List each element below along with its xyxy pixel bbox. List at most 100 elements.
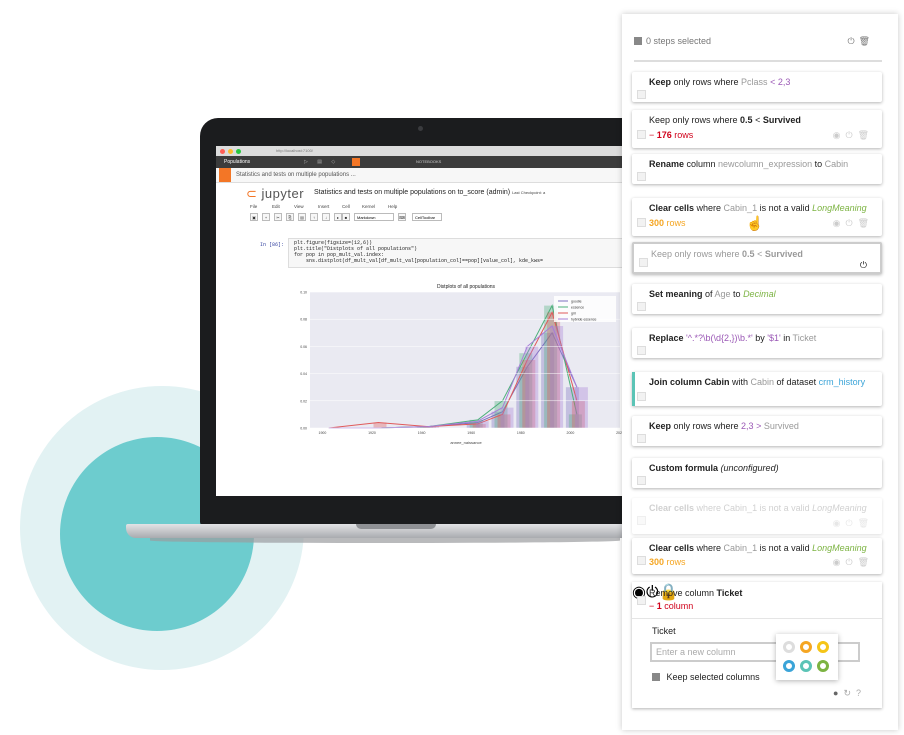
- step-remove-column-expanded[interactable]: Remove column Ticket − 1 column ◉⏻🔒 Tick…: [632, 582, 882, 708]
- step-checkbox[interactable]: [637, 172, 646, 181]
- chart-xlabel: annee_naissance: [450, 440, 482, 445]
- color-swatch-orange[interactable]: [800, 641, 812, 653]
- step-clear-cells-2[interactable]: Clear cells where Cabin_1 is not a valid…: [632, 538, 882, 574]
- refresh-icon[interactable]: ↻: [843, 688, 856, 698]
- eye-icon[interactable]: ◉: [833, 130, 846, 140]
- power-icon[interactable]: ⏻: [847, 36, 858, 46]
- eye-icon[interactable]: ◉: [833, 518, 846, 528]
- header-actions: ⏻🗑: [847, 36, 874, 47]
- color-swatch-blue[interactable]: [783, 660, 795, 672]
- stop-icon[interactable]: ■: [342, 213, 350, 221]
- color-swatch-teal[interactable]: [800, 660, 812, 672]
- menu-edit[interactable]: Edit: [272, 204, 280, 209]
- color-swatch-yellow[interactable]: [817, 641, 829, 653]
- step-checkbox[interactable]: [639, 258, 648, 267]
- cell-toolbar-button[interactable]: CellToolbar: [412, 213, 442, 221]
- step-checkbox[interactable]: [637, 90, 646, 99]
- add-cell-icon[interactable]: +: [262, 213, 270, 221]
- color-swatch-green[interactable]: [817, 660, 829, 672]
- notebook-tab-title[interactable]: Statistics and tests on multiple populat…: [236, 172, 356, 178]
- move-up-icon[interactable]: ↑: [310, 213, 318, 221]
- keep-checkbox[interactable]: [652, 673, 660, 681]
- nav-tab-populations[interactable]: Populations: [224, 159, 250, 165]
- nav-notebooks[interactable]: NOTEBOOKS: [416, 159, 441, 164]
- power-icon[interactable]: ⏻: [845, 130, 857, 140]
- menu-file[interactable]: File: [250, 204, 257, 209]
- laptop-shadow: [150, 538, 620, 543]
- distplot-chart: Distplots of all populations 0.00 0.02 0.0…: [300, 284, 624, 445]
- notebook-icon[interactable]: [352, 158, 360, 166]
- step-label: Remove column Ticket: [649, 588, 743, 598]
- drop-icon[interactable]: ●: [833, 688, 843, 698]
- color-swatch-grey[interactable]: [783, 641, 795, 653]
- menu-view[interactable]: View: [294, 204, 304, 209]
- legend-label: girl: [571, 312, 576, 316]
- menu-cell[interactable]: Cell: [342, 204, 350, 209]
- chart-xtick-label: 1920: [368, 431, 376, 435]
- step-checkbox[interactable]: [637, 130, 646, 139]
- chart-ytick-label: 0.02: [300, 399, 307, 403]
- menu-insert[interactable]: Insert: [318, 204, 329, 209]
- step-row-count: − 176 rows: [649, 130, 694, 140]
- copy-icon[interactable]: ⎘: [286, 213, 294, 221]
- keep-selected-columns-option[interactable]: Keep selected columns: [652, 672, 760, 682]
- step-clear-cells-disabled[interactable]: Clear cells where Cabin_1 is not a valid…: [632, 498, 882, 534]
- help-icon[interactable]: ?: [856, 688, 866, 698]
- step-checkbox[interactable]: [637, 556, 646, 565]
- minimize-icon[interactable]: [228, 149, 233, 154]
- step-keep-rows-pclass[interactable]: Keep only rows where Pclass < 2,3: [632, 72, 882, 102]
- trash-icon[interactable]: 🗑: [858, 218, 874, 228]
- run-icon[interactable]: ▸: [334, 213, 342, 221]
- laptop-notch: [356, 524, 436, 529]
- power-icon[interactable]: ⏻: [845, 218, 857, 228]
- step-rename-column[interactable]: Rename column newcolumn_expression to Ca…: [632, 154, 882, 184]
- cell-type-select[interactable]: Markdown: [354, 213, 394, 221]
- chart-bar: [500, 407, 514, 428]
- step-checkbox[interactable]: [637, 434, 646, 443]
- trash-icon[interactable]: 🗑: [859, 36, 874, 46]
- step-replace[interactable]: Replace '^.*?\b(\d{2,})\b.*' by '$1' in …: [632, 328, 882, 358]
- chart-bar: [475, 421, 489, 428]
- camera: [418, 126, 423, 131]
- trash-icon[interactable]: 🗑: [858, 130, 874, 140]
- step-checkbox[interactable]: [637, 218, 646, 227]
- select-all-checkbox[interactable]: [634, 37, 642, 45]
- color-palette[interactable]: [776, 634, 838, 680]
- step-checkbox[interactable]: [637, 302, 646, 311]
- url-bar[interactable]: http://localhost:7100/: [276, 148, 313, 153]
- save-icon[interactable]: ▣: [250, 213, 258, 221]
- step-checkbox[interactable]: [637, 516, 646, 525]
- eye-icon[interactable]: ◉: [833, 557, 846, 567]
- step-custom-formula[interactable]: Custom formula (unconfigured): [632, 458, 882, 488]
- jupyter-toolbar: ▣ + ✂ ⎘ ▤ ↑ ↓ ▸ ■ Markdown ⌨ CellToolbar: [216, 211, 636, 223]
- step-checkbox[interactable]: [637, 392, 646, 401]
- menu-help[interactable]: Help: [388, 204, 397, 209]
- step-keep-rows-disabled[interactable]: Keep only rows where 0.5 < Survived ⏻: [632, 242, 882, 274]
- step-join-column[interactable]: Join column Cabin with Cabin of dataset …: [632, 372, 882, 406]
- step-keep-rows-survived[interactable]: Keep only rows where 0.5 < Survived − 17…: [632, 110, 882, 148]
- step-keep-rows-2-3[interactable]: Keep only rows where 2,3 > Survived: [632, 416, 882, 446]
- power-icon[interactable]: ⏻: [845, 518, 857, 528]
- power-icon[interactable]: ⏻: [845, 557, 857, 567]
- trash-icon[interactable]: 🗑: [858, 518, 874, 528]
- chart-xtick-label: 1960: [467, 431, 475, 435]
- step-set-meaning[interactable]: Set meaning of Age to Decimal: [632, 284, 882, 314]
- keyboard-icon[interactable]: ⌨: [398, 213, 406, 221]
- menu-kernel[interactable]: Kernel: [362, 204, 375, 209]
- step-label: Set meaning of Age to Decimal: [649, 289, 776, 299]
- step-checkbox[interactable]: [637, 596, 646, 605]
- trash-icon[interactable]: 🗑: [858, 557, 874, 567]
- move-down-icon[interactable]: ↓: [322, 213, 330, 221]
- step-checkbox[interactable]: [637, 476, 646, 485]
- maximize-icon[interactable]: [236, 149, 241, 154]
- power-icon[interactable]: ⏻: [860, 260, 872, 271]
- nav-icons[interactable]: ▷ ▤ ◇: [304, 159, 339, 165]
- eye-icon[interactable]: ◉: [833, 218, 846, 228]
- step-checkbox[interactable]: [637, 346, 646, 355]
- notebook-title[interactable]: Statistics and tests on multiple populat…: [314, 189, 545, 196]
- legend-label: essence: [571, 306, 584, 310]
- close-icon[interactable]: [220, 149, 225, 154]
- cut-icon[interactable]: ✂: [274, 213, 282, 221]
- browser-chrome: http://localhost:7100/: [216, 146, 636, 156]
- paste-icon[interactable]: ▤: [298, 213, 306, 221]
